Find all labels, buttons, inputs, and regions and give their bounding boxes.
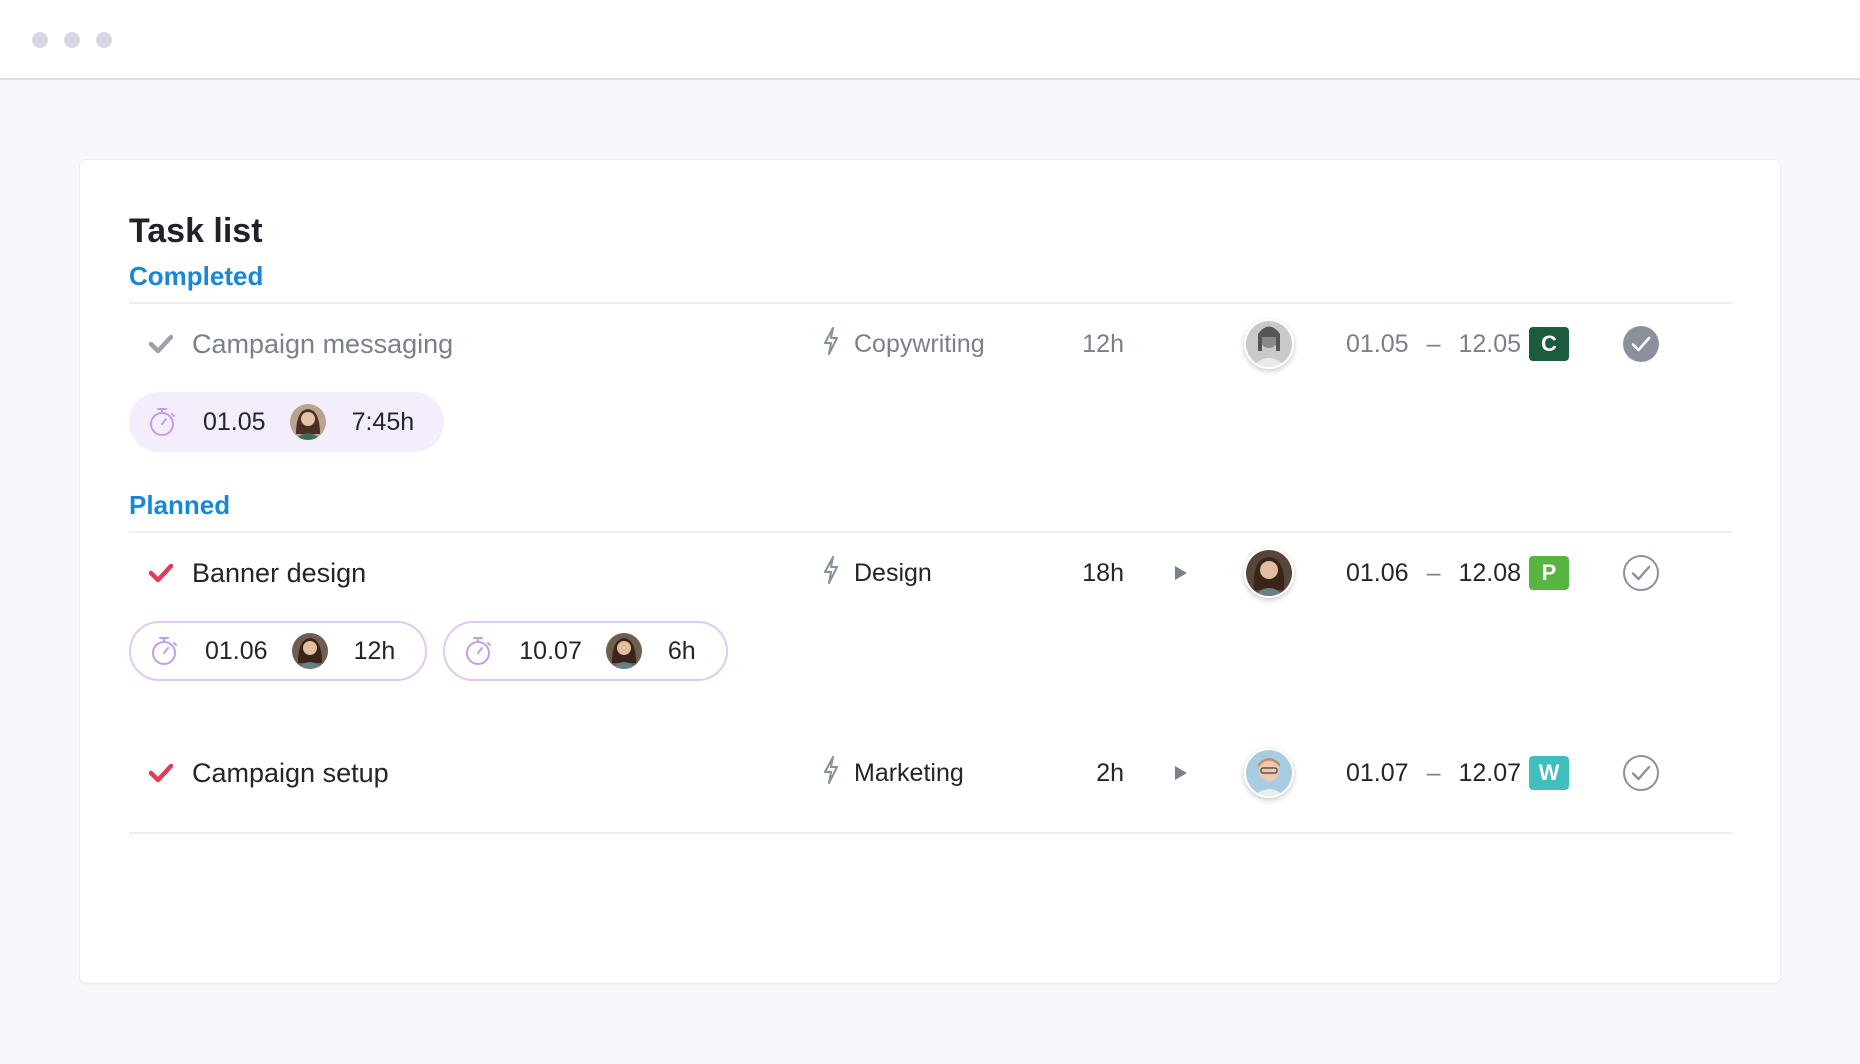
time-entries: 01.06 12h 10.07 6h [129, 621, 728, 681]
avatar [289, 404, 326, 440]
task-dates: 01.05 – 12.05 [1346, 314, 1521, 374]
task-dates: 01.07 – 12.07 [1346, 743, 1521, 803]
task-category: Copywriting [822, 314, 985, 374]
date-start: 01.05 [1346, 329, 1409, 358]
check-icon[interactable] [145, 743, 177, 803]
row-divider [129, 832, 1732, 834]
play-icon[interactable] [1169, 743, 1193, 803]
status-check-circle-icon[interactable] [1622, 543, 1660, 603]
time-entry-chip[interactable]: 01.05 7:45h [129, 392, 445, 452]
date-end: 12.08 [1458, 558, 1522, 587]
date-start: 01.07 [1346, 758, 1409, 787]
section-divider [129, 302, 1732, 304]
task-row[interactable]: Campaign messaging Copywriting 12h 01.05… [129, 314, 1732, 374]
time-entry-duration: 6h [667, 636, 696, 665]
task-hours: 18h [1082, 558, 1124, 587]
category-label: Design [854, 558, 932, 587]
check-icon[interactable] [145, 314, 177, 374]
assignee[interactable] [1242, 314, 1296, 374]
avatar [291, 633, 328, 669]
date-separator: – [1426, 758, 1441, 787]
page-title: Task list [129, 212, 263, 250]
lightning-icon [822, 555, 840, 591]
task-list-card: Task list Completed Campaign messaging C… [80, 160, 1780, 983]
status-check-circle-icon[interactable] [1622, 743, 1660, 803]
project-badge[interactable]: C [1529, 327, 1569, 361]
time-entry-date: 10.07 [519, 636, 582, 665]
stopwatch-icon [147, 407, 177, 437]
check-icon[interactable] [145, 543, 177, 603]
task-category: Marketing [822, 743, 964, 803]
project-badge[interactable]: W [1529, 756, 1569, 790]
assignee[interactable] [1242, 543, 1296, 603]
time-entries: 01.05 7:45h [129, 392, 445, 452]
section-label-planned: Planned [129, 490, 231, 520]
time-entry-chip[interactable]: 10.07 6h [443, 621, 728, 681]
play-icon[interactable] [1169, 543, 1193, 603]
status-completed-icon[interactable] [1622, 314, 1660, 374]
stopwatch-icon [149, 636, 179, 666]
window-titlebar [0, 0, 1860, 80]
time-entry-chip[interactable]: 01.06 12h [129, 621, 428, 681]
date-separator: – [1426, 329, 1441, 358]
project-badge-cell: P [1529, 543, 1569, 603]
category-label: Copywriting [854, 329, 985, 358]
date-end: 12.05 [1458, 329, 1522, 358]
window-dot-close[interactable] [32, 32, 48, 48]
section-divider [129, 531, 1732, 533]
avatar[interactable] [1244, 319, 1294, 369]
task-row[interactable]: Banner design Design 18h 01.06 – 12.08 P [129, 543, 1732, 603]
task-row[interactable]: Campaign setup Marketing 2h 01.07 – 12.0… [129, 743, 1732, 803]
assignee[interactable] [1242, 743, 1296, 803]
window-dot-minimize[interactable] [64, 32, 80, 48]
task-hours: 12h [1082, 329, 1124, 358]
time-entry-date: 01.06 [205, 636, 268, 665]
time-entry-date: 01.05 [203, 407, 266, 436]
section-label-completed: Completed [129, 261, 264, 291]
avatar[interactable] [1244, 548, 1294, 598]
avatar[interactable] [1244, 748, 1294, 798]
task-name[interactable]: Campaign setup [192, 743, 389, 803]
lightning-icon [822, 326, 840, 362]
task-name[interactable]: Banner design [192, 543, 366, 603]
time-entry-duration: 12h [353, 636, 396, 665]
project-badge[interactable]: P [1529, 556, 1569, 590]
time-entry-duration: 7:45h [351, 407, 415, 436]
task-category: Design [822, 543, 932, 603]
date-start: 01.06 [1346, 558, 1409, 587]
project-badge-cell: W [1529, 743, 1569, 803]
task-dates: 01.06 – 12.08 [1346, 543, 1521, 603]
avatar [605, 633, 642, 669]
date-separator: – [1426, 558, 1441, 587]
category-label: Marketing [854, 758, 964, 787]
stopwatch-icon [463, 636, 493, 666]
window-controls [32, 32, 112, 48]
window-dot-maximize[interactable] [96, 32, 112, 48]
lightning-icon [822, 755, 840, 791]
task-name[interactable]: Campaign messaging [192, 314, 453, 374]
project-badge-cell: C [1529, 314, 1569, 374]
date-end: 12.07 [1458, 758, 1522, 787]
task-hours: 2h [1096, 758, 1124, 787]
